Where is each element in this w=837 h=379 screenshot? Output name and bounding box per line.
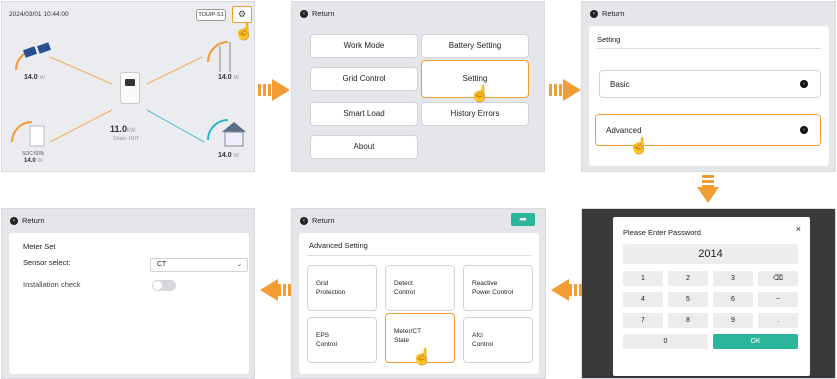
return-label: Return bbox=[312, 9, 335, 18]
menu-grid-control[interactable]: Grid Control bbox=[310, 67, 418, 91]
back-icon: ‹ bbox=[300, 216, 308, 225]
key-3[interactable]: 3 bbox=[713, 271, 753, 286]
close-icon[interactable]: × bbox=[796, 224, 801, 234]
btn-line: Power Control bbox=[472, 289, 514, 296]
sensor-select-value: CT bbox=[157, 261, 167, 268]
return-label: Return bbox=[602, 9, 625, 18]
dot-key[interactable]: . bbox=[758, 313, 798, 328]
menu-history-errors[interactable]: History Errors bbox=[421, 102, 529, 126]
back-icon: ‹ bbox=[300, 9, 308, 18]
setting-card: Setting Basic › Advanced › ☝ bbox=[589, 26, 829, 166]
divider bbox=[307, 255, 531, 256]
password-input[interactable]: 2014 bbox=[623, 244, 798, 264]
advanced-setting-screen: ‹ Return ➡ Advanced Setting Grid Protectio… bbox=[291, 208, 546, 379]
divider bbox=[597, 48, 821, 49]
ok-button[interactable]: OK bbox=[713, 334, 798, 349]
return-label: Return bbox=[312, 216, 335, 225]
chevron-down-icon: ⌄ bbox=[236, 262, 242, 268]
menu-work-mode[interactable]: Work Mode bbox=[310, 34, 418, 58]
battery-icon bbox=[11, 121, 45, 147]
btn-line: Meter/CT bbox=[394, 328, 422, 335]
key-5[interactable]: 5 bbox=[668, 292, 708, 307]
key-9[interactable]: 9 bbox=[713, 313, 753, 328]
backspace-key[interactable]: ⌫ bbox=[758, 271, 798, 286]
setting-title: Setting bbox=[597, 35, 621, 44]
toggle-knob bbox=[153, 281, 162, 290]
dashboard-screen: 2024/03/01 10:44:00 TOU/P-S1 ⚙ ☝ 14.0 W … bbox=[1, 1, 255, 172]
advanced-label: Advanced bbox=[606, 125, 642, 135]
chevron-right-icon: › bbox=[800, 80, 808, 88]
flow-arrow-left-icon bbox=[258, 279, 292, 301]
btn-line: Protection bbox=[316, 289, 346, 296]
return-button[interactable]: ‹ Return bbox=[300, 216, 335, 225]
flow-arrow-down-icon bbox=[697, 175, 719, 203]
inverter-power: 11.0kW bbox=[110, 124, 136, 134]
key-4[interactable]: 4 bbox=[623, 292, 663, 307]
btn-line: Control bbox=[316, 341, 337, 348]
btn-line: Control bbox=[472, 341, 493, 348]
password-screen: Please Enter Password × 2014 1 2 3 ⌫ 4 5… bbox=[581, 208, 836, 379]
inverter-state: State: INIT bbox=[113, 136, 140, 142]
sensor-select[interactable]: CT ⌄ bbox=[150, 258, 248, 272]
menu-smart-load[interactable]: Smart Load bbox=[310, 102, 418, 126]
btn-line: State bbox=[394, 337, 410, 344]
battery-value: 14.0 W bbox=[24, 158, 43, 164]
arrow-right-icon[interactable]: ➡ bbox=[511, 213, 535, 226]
key-0[interactable]: 0 bbox=[623, 334, 708, 349]
btn-line: Control bbox=[394, 289, 415, 296]
return-button[interactable]: ‹ Return bbox=[10, 216, 45, 225]
key-2[interactable]: 2 bbox=[668, 271, 708, 286]
detect-control-button[interactable]: Detect Control bbox=[385, 265, 455, 311]
meter-title: Meter Set bbox=[23, 242, 56, 251]
key-1[interactable]: 1 bbox=[623, 271, 663, 286]
btn-line: Detect bbox=[394, 280, 413, 287]
key-7[interactable]: 7 bbox=[623, 313, 663, 328]
battery-soc: SOC:60% bbox=[22, 151, 45, 157]
afci-control-button[interactable]: Afci Control bbox=[463, 317, 533, 363]
key-6[interactable]: 6 bbox=[713, 292, 753, 307]
load-value: 14.0 W bbox=[218, 152, 239, 159]
basic-label: Basic bbox=[610, 79, 630, 89]
key-8[interactable]: 8 bbox=[668, 313, 708, 328]
main-menu-screen: ‹ Return Work Mode Battery Setting Grid C… bbox=[291, 1, 545, 172]
password-dialog: Please Enter Password × 2014 1 2 3 ⌫ 4 5… bbox=[613, 217, 810, 376]
chevron-right-icon: › bbox=[800, 126, 808, 134]
sensor-select-label: Sensor select: bbox=[23, 258, 71, 267]
pointer-hand-icon: ☝ bbox=[470, 86, 490, 103]
btn-line: Reactive bbox=[472, 280, 498, 287]
back-icon: ‹ bbox=[590, 9, 598, 18]
advanced-title: Advanced Setting bbox=[309, 241, 368, 250]
btn-line: Grid bbox=[316, 280, 329, 287]
pointer-hand-icon: ☝ bbox=[412, 349, 432, 366]
back-icon: ‹ bbox=[10, 216, 18, 225]
grid-protection-button[interactable]: Grid Protection bbox=[307, 265, 377, 311]
flow-arrow-left-icon bbox=[549, 279, 583, 301]
menu-about[interactable]: About bbox=[310, 135, 418, 159]
dialog-title: Please Enter Password bbox=[623, 228, 701, 237]
return-label: Return bbox=[22, 216, 45, 225]
setting-basic[interactable]: Basic › bbox=[599, 70, 821, 98]
return-button[interactable]: ‹ Return bbox=[590, 9, 625, 18]
menu-battery-setting[interactable]: Battery Setting bbox=[421, 34, 529, 58]
reactive-power-control-button[interactable]: Reactive Power Control bbox=[463, 265, 533, 311]
eps-control-button[interactable]: EPS Control bbox=[307, 317, 377, 363]
minus-key[interactable]: − bbox=[758, 292, 798, 307]
setting-screen: ‹ Return Setting Basic › Advanced › ☝ bbox=[581, 1, 836, 172]
flow-arrow-right-icon bbox=[549, 79, 583, 101]
btn-line: Afci bbox=[472, 332, 483, 339]
house-load-icon bbox=[207, 119, 246, 147]
installation-check-toggle[interactable] bbox=[152, 280, 176, 291]
flow-arrow-right-icon bbox=[258, 79, 292, 101]
installation-check-label: Installation check bbox=[23, 280, 81, 289]
return-button[interactable]: ‹ Return bbox=[300, 9, 335, 18]
meter-card: Meter Set Sensor select: CT ⌄ Installatio… bbox=[9, 233, 249, 374]
btn-line: EPS bbox=[316, 332, 330, 339]
pointer-hand-icon: ☝ bbox=[629, 138, 649, 155]
meter-set-screen: ‹ Return Meter Set Sensor select: CT ⌄ Ins… bbox=[1, 208, 255, 379]
